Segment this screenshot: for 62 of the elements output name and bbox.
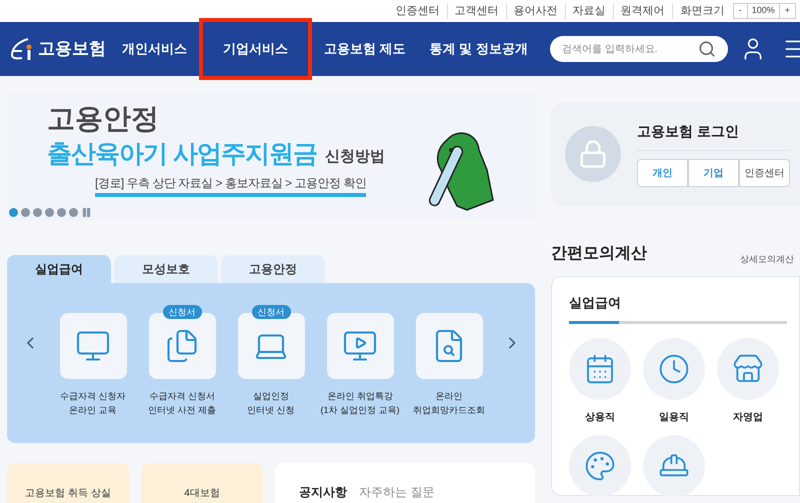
utility-link[interactable]: 원격제어: [614, 2, 673, 20]
detail-calculator-link[interactable]: 상세모의계산: [740, 252, 794, 266]
login-button[interactable]: 인증센터: [739, 159, 790, 187]
nav-menu-item[interactable]: 개인서비스: [110, 39, 199, 59]
utility-link[interactable]: 용어사전: [506, 2, 566, 20]
service-tile[interactable]: [326, 313, 394, 379]
option-label: 일용직: [659, 411, 689, 425]
search-input[interactable]: 검색어를 입력하세요.: [562, 42, 698, 56]
application-form-badge: 신청서: [252, 305, 290, 319]
utility-link[interactable]: 인증센터: [388, 2, 448, 20]
quick-menu-label: 고용보험 취득 상실: [25, 487, 111, 501]
banner-path-text: [경로] 우측 상단 자료실 > 홍보자료실 > 고용안정 확인: [95, 174, 366, 197]
login-button[interactable]: 개인: [637, 159, 688, 187]
service-tile[interactable]: [60, 313, 126, 379]
section-title: 간편모의계산: [551, 244, 647, 264]
notice-tab[interactable]: 공지사항: [299, 483, 347, 501]
service-label: 온라인: [436, 390, 462, 403]
lock-icon: [578, 139, 608, 169]
category-tab[interactable]: 모성보호: [114, 255, 218, 283]
zoom-value: 100%: [748, 4, 780, 18]
utility-link[interactable]: 고객센터: [448, 2, 507, 20]
application-form-badge: 신청서: [162, 305, 202, 319]
service-label: 수급자격 신청서: [149, 390, 215, 403]
palette-icon: [584, 450, 616, 482]
logo-icon: [8, 36, 34, 62]
notice-tab[interactable]: 자주하는 질문: [359, 483, 434, 501]
zoom-in-button[interactable]: +: [780, 4, 795, 18]
search-field[interactable]: 검색어를 입력하세요.: [550, 36, 728, 62]
service-label: 수급자격 신청자: [60, 390, 126, 403]
nav-menu-item[interactable]: 통계 및 정보공개: [418, 39, 540, 59]
service-label: 취업희망카드조회: [413, 404, 485, 417]
service-label: 인터넷 신청: [247, 404, 295, 417]
card-title: 실업급여: [569, 295, 621, 310]
nav-menu-item[interactable]: 기업서비스: [199, 18, 312, 80]
service-label: 온라인 교육: [69, 404, 117, 417]
quick-menu-card[interactable]: 고용보험 취득 상실: [7, 463, 129, 503]
calendar-icon: [584, 353, 616, 385]
login-button[interactable]: 기업: [688, 159, 739, 187]
service-label: 온라인 취업특강: [327, 390, 393, 403]
service-tile[interactable]: [416, 313, 482, 379]
zoom-out-button[interactable]: -: [734, 4, 748, 18]
option-label: 상용직: [585, 411, 615, 425]
category-tab[interactable]: 실업급여: [7, 255, 111, 283]
store-icon: [732, 353, 764, 385]
utility-link[interactable]: 자료실: [566, 2, 614, 20]
nav-menu-item[interactable]: 고용보험 제도: [312, 39, 418, 59]
service-label: 실업인정: [252, 390, 289, 403]
quick-menu-label: 4대보험: [184, 487, 220, 501]
banner-subtitle: 신청방법: [324, 146, 385, 166]
search-icon[interactable]: [698, 40, 716, 58]
login-title: 고용보험 로그인: [637, 121, 790, 151]
clock-icon: [658, 353, 690, 385]
zoom-label: 화면크기: [680, 4, 726, 19]
service-label: (1차 실업인정 교육): [320, 404, 400, 417]
logo-text: 고용보험: [38, 38, 106, 60]
option-label: 자영업: [733, 411, 763, 425]
banner-title: 출산육아기 사업주지원금: [47, 139, 317, 170]
pause-icon[interactable]: [81, 207, 92, 218]
category-tab[interactable]: 고용안정: [221, 255, 325, 283]
service-label: 인터넷 사전 제출: [148, 404, 216, 417]
quick-menu-card[interactable]: 4대보험: [141, 463, 263, 503]
banner-heading: 고용안정: [47, 102, 160, 136]
